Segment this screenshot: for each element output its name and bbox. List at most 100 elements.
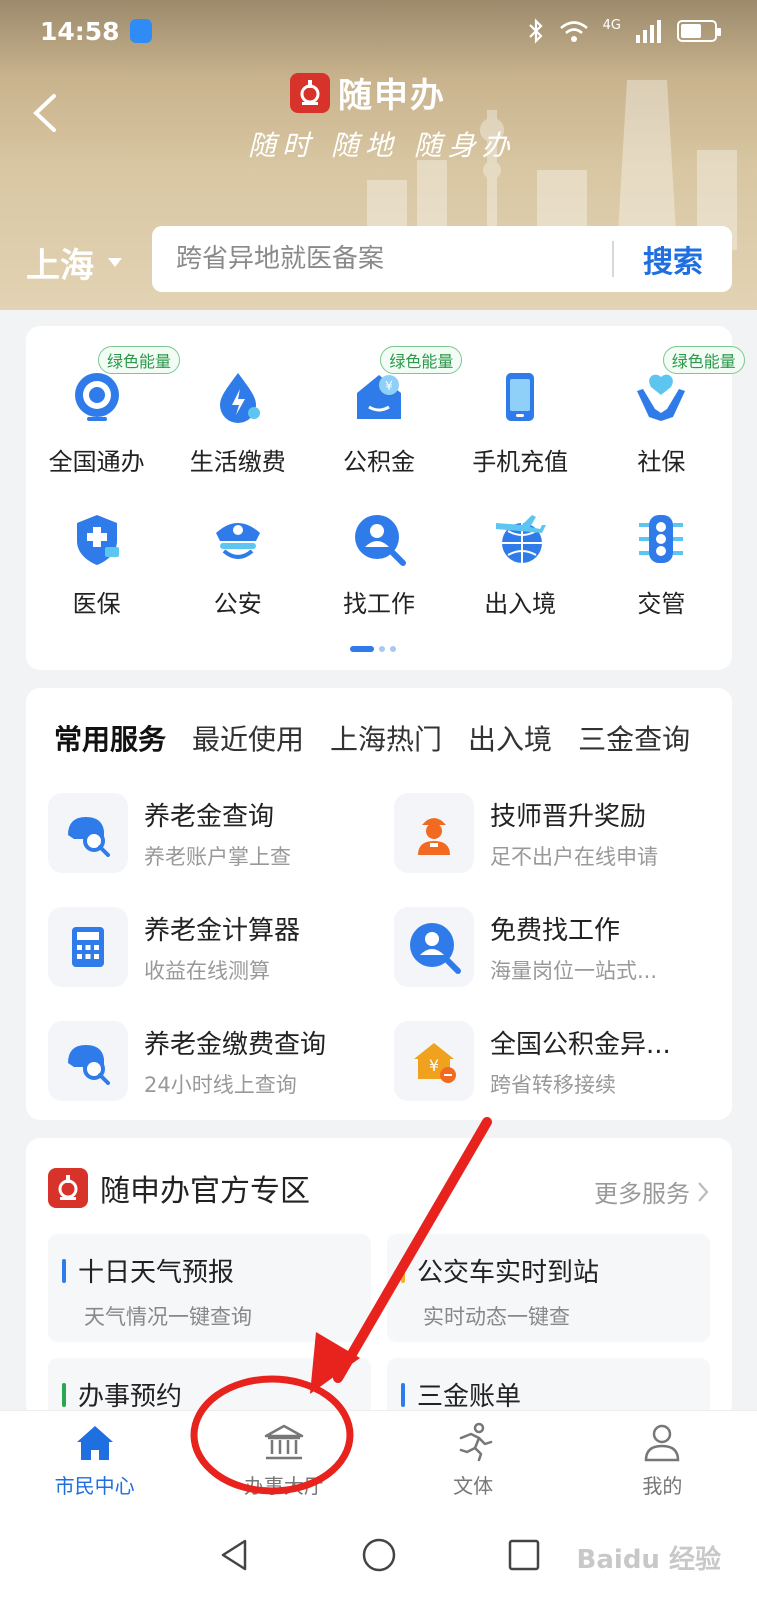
- accent-bar: [62, 1258, 66, 1283]
- phone-icon: [491, 368, 549, 426]
- technician-icon: [394, 793, 474, 873]
- official-zone-item[interactable]: 十日天气预报天气情况一键查询: [48, 1234, 371, 1342]
- grid-item[interactable]: 出入境: [450, 484, 591, 626]
- service-item[interactable]: 免费找工作 海量岗位一站式...: [394, 906, 718, 988]
- services-tab[interactable]: 三金查询: [578, 718, 690, 758]
- official-zone-title: 随申办官方专区: [100, 1174, 310, 1209]
- official-zone-item-subtitle: 天气情况一键查询: [84, 1305, 252, 1329]
- brand: 随申办: [290, 68, 446, 117]
- nav-item[interactable]: 办事大厅: [189, 1411, 378, 1510]
- grid-item-label: 医保: [72, 590, 121, 618]
- official-zone-header: 随申办官方专区: [48, 1166, 310, 1210]
- user-icon: [640, 1422, 684, 1466]
- signal-icon: [636, 20, 661, 43]
- service-item[interactable]: 养老金缴费查询 24小时线上查询: [48, 1020, 372, 1102]
- green-energy-tag: 绿色能量: [662, 346, 745, 374]
- services-tab[interactable]: 最近使用: [192, 718, 304, 758]
- service-item-title: 免费找工作: [490, 915, 621, 946]
- chevron-down-icon: [108, 258, 122, 267]
- grid-item[interactable]: 绿色能量 全国通办: [26, 342, 181, 484]
- more-services-link[interactable]: 更多服务: [594, 1174, 710, 1209]
- grid-item[interactable]: 医保: [26, 484, 167, 626]
- brand-logo-icon: [290, 72, 330, 113]
- page-dot-active: [350, 646, 374, 652]
- grid-item[interactable]: 交管: [591, 484, 732, 626]
- grid-item[interactable]: 绿色能量社保: [591, 342, 745, 484]
- grid-item-label: 交管: [637, 590, 686, 618]
- government-hall-icon: [262, 1422, 306, 1466]
- system-back-icon[interactable]: [217, 1537, 251, 1573]
- service-item-text: 养老金计算器 收益在线测算: [144, 910, 300, 985]
- housing-fund-icon: ¥: [350, 368, 408, 426]
- search-input[interactable]: [152, 244, 612, 274]
- running-person-icon: [451, 1422, 495, 1466]
- grid-item[interactable]: 生活缴费: [167, 342, 308, 484]
- bottom-navigation: 市民中心 办事大厅 文体 我的: [0, 1410, 757, 1510]
- service-item[interactable]: 养老金计算器 收益在线测算: [48, 906, 372, 988]
- police-cap-icon: [209, 510, 267, 568]
- services-tab[interactable]: 上海热门: [330, 718, 442, 758]
- chevron-right-icon: [698, 1181, 709, 1202]
- home-icon: [73, 1422, 117, 1466]
- service-item[interactable]: 技师晋升奖励足不出户在线申请: [394, 792, 718, 874]
- services-tab[interactable]: 常用服务: [54, 718, 166, 758]
- pension-search-icon: [48, 793, 128, 873]
- official-zone-item-subtitle: 实时动态一键查: [423, 1305, 570, 1329]
- globe-service-icon: [68, 368, 126, 426]
- service-item-subtitle: 足不出户在线申请: [490, 844, 658, 869]
- service-item-title: 技师晋升奖励: [490, 801, 647, 832]
- service-item[interactable]: 养老金查询养老账户掌上查: [48, 792, 372, 874]
- status-time: 14:58: [40, 16, 120, 46]
- official-zone-item-title-row: 三金账单: [401, 1376, 710, 1413]
- grid-item[interactable]: 绿色能量 ¥ 公积金: [308, 342, 463, 484]
- nav-item[interactable]: 市民中心: [0, 1411, 189, 1510]
- service-item-subtitle: 24小时线上查询: [144, 1072, 297, 1097]
- accent-bar: [62, 1382, 66, 1407]
- quick-service-grid: 绿色能量 全国通办 生活缴费 绿色能量 ¥ 公积金 手机充值 绿色能量社保医保 公安 找工作 出入境…: [26, 326, 745, 670]
- system-recents-icon[interactable]: [507, 1538, 541, 1572]
- city-selector[interactable]: 上海: [26, 238, 122, 287]
- official-zone-item-title: 三金账单: [417, 1382, 522, 1412]
- slogan: 随时 随地 随身办: [248, 129, 516, 162]
- services-tabs: 常用服务 最近使用 上海热门 出入境 三金查询: [54, 718, 724, 758]
- service-item[interactable]: ¥ 全国公积金异... 跨省转移接续: [394, 1020, 718, 1102]
- nav-item[interactable]: 我的: [568, 1411, 757, 1510]
- grid-item-label: 公积金: [342, 448, 415, 476]
- grid-item-label: 找工作: [342, 590, 415, 618]
- service-item-title: 养老金缴费查询: [144, 1029, 327, 1060]
- services-tab[interactable]: 出入境: [468, 718, 552, 758]
- medical-shield-icon: [68, 510, 126, 568]
- grid-item[interactable]: 公安: [167, 484, 308, 626]
- official-zone-card: 随申办官方专区 更多服务 十日天气预报 天气情况一键查询 公交车实时到站 实时动态一键…: [26, 1138, 732, 1466]
- service-item-text: 免费找工作 海量岗位一站式...: [490, 910, 657, 985]
- services-card: 常用服务 最近使用 上海热门 出入境 三金查询 养老金查询养老账户掌上查 技师晋升奖励足不…: [26, 688, 732, 1120]
- grid-item-label: 社保: [637, 448, 686, 476]
- grid-item[interactable]: 找工作: [308, 484, 449, 626]
- service-item-subtitle: 养老账户掌上查: [144, 844, 291, 869]
- job-search-icon: [350, 510, 408, 568]
- nav-item[interactable]: 文体: [379, 1411, 568, 1510]
- service-item-text: 全国公积金异... 跨省转移接续: [490, 1024, 671, 1099]
- official-zone-item-title: 十日天气预报: [78, 1258, 235, 1288]
- official-zone-item-title-row: 办事预约: [62, 1376, 371, 1413]
- service-item-text: 养老金查询养老账户掌上查: [144, 796, 291, 871]
- bluetooth-icon: [528, 18, 543, 44]
- watermark: Baidu 经验: [576, 1545, 721, 1575]
- svg-text:¥: ¥: [385, 379, 393, 393]
- nav-item-label: 市民中心: [54, 1474, 135, 1498]
- official-zone-item[interactable]: 公交车实时到站实时动态一键查: [387, 1234, 710, 1342]
- official-zone-item-title-row: 十日天气预报: [62, 1252, 371, 1289]
- service-item-subtitle: 跨省转移接续: [490, 1072, 616, 1097]
- search-button[interactable]: 搜索: [614, 237, 732, 281]
- official-zone-item-title: 公交车实时到站: [417, 1258, 600, 1288]
- system-home-icon[interactable]: [361, 1537, 397, 1573]
- grid-item-label: 出入境: [484, 590, 557, 618]
- service-item-title: 养老金查询: [144, 801, 275, 832]
- official-zone-item-title: 办事预约: [78, 1382, 183, 1412]
- calculator-icon: [48, 907, 128, 987]
- traffic-light-icon: [632, 510, 690, 568]
- service-item-text: 技师晋升奖励足不出户在线申请: [490, 796, 658, 871]
- pension-search-icon: [48, 1021, 128, 1101]
- back-arrow-icon[interactable]: [26, 90, 66, 136]
- grid-item[interactable]: 手机充值: [450, 342, 591, 484]
